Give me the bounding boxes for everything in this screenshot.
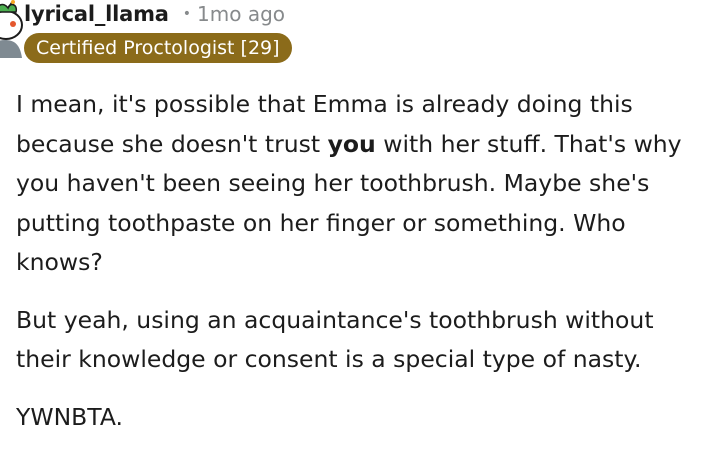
snoo-avatar-icon[interactable] bbox=[0, 0, 24, 58]
comment-paragraph-1: I mean, it's possible that Emma is alrea… bbox=[16, 85, 704, 283]
meta-separator: • bbox=[182, 6, 192, 22]
comment-header: lyrical_llama • 1mo ago bbox=[24, 0, 285, 28]
paragraph-1-emphasis: you bbox=[327, 129, 376, 158]
comment-paragraph-3: YWNBTA. bbox=[16, 402, 123, 431]
comment-timestamp[interactable]: 1mo ago bbox=[197, 2, 285, 26]
comment-paragraph-2: But yeah, using an acquaintance's toothb… bbox=[16, 305, 654, 374]
user-flair-badge: Certified Proctologist [29] bbox=[24, 33, 292, 63]
comment: lyrical_llama • 1mo ago Certified Procto… bbox=[0, 0, 706, 465]
comment-body: I mean, it's possible that Emma is alrea… bbox=[16, 85, 704, 455]
username-link[interactable]: lyrical_llama bbox=[24, 2, 169, 26]
